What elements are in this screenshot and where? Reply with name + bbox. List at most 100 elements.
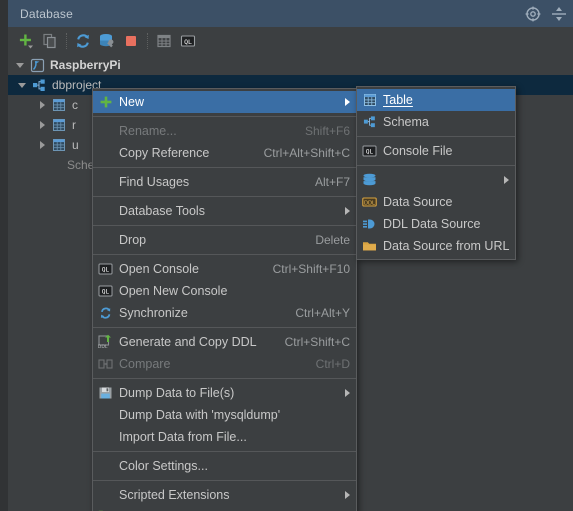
tree-node-label: u xyxy=(72,138,79,152)
database-context-menu[interactable]: New Rename... Shift+F6 Copy Reference Ct… xyxy=(92,88,357,511)
tree-node-label: r xyxy=(72,118,76,132)
submenu-data-source-from-path[interactable]: Data Source from URL xyxy=(357,235,515,257)
svg-text:DDL: DDL xyxy=(98,344,108,350)
menu-item-label: Compare xyxy=(119,357,171,371)
menu-dump-data-to-files[interactable]: Dump Data to File(s) xyxy=(93,382,356,404)
menu-item-label: Open New Console xyxy=(119,284,228,298)
menu-scripted-extensions[interactable]: Scripted Extensions xyxy=(93,484,356,506)
menu-copy-reference[interactable]: Copy Reference Ctrl+Alt+Shift+C xyxy=(93,142,356,164)
menu-separator xyxy=(93,480,356,481)
submenu-console-file[interactable]: QL Console File xyxy=(357,140,515,162)
menu-item-label: Rename... xyxy=(119,124,177,138)
menu-item-label: Copy Reference xyxy=(119,146,210,160)
refresh-button[interactable] xyxy=(71,29,95,53)
table-icon xyxy=(361,92,378,108)
schema-icon xyxy=(31,77,47,93)
copy-button[interactable] xyxy=(38,29,62,53)
chevron-right-icon xyxy=(345,98,350,106)
menu-import-data-from-file[interactable]: Import Data from File... xyxy=(93,426,356,448)
svg-text:QL: QL xyxy=(102,267,110,274)
menu-find-usages[interactable]: Find Usages Alt+F7 xyxy=(93,171,356,193)
menu-separator xyxy=(93,167,356,168)
database-tool-window: Database QL RaspberryPi dbproject c r u … xyxy=(0,0,573,511)
menu-rename: Rename... Shift+F6 xyxy=(93,120,356,142)
menu-item-accelerator: Ctrl+Alt+Shift+C xyxy=(263,146,350,160)
menu-item-label: Schema xyxy=(383,115,429,129)
settings-icon[interactable] xyxy=(525,6,541,22)
blank-icon xyxy=(97,174,114,190)
menu-drop[interactable]: Drop Delete xyxy=(93,229,356,251)
expand-toggle-icon[interactable] xyxy=(16,79,28,91)
compare-icon xyxy=(97,356,114,372)
blank-icon xyxy=(97,429,114,445)
menu-database-tools[interactable]: Database Tools xyxy=(93,200,356,222)
open-console-button[interactable]: QL xyxy=(176,29,200,53)
menu-item-label: Open Console xyxy=(119,262,199,276)
chevron-right-icon xyxy=(345,491,350,499)
expand-toggle-icon[interactable] xyxy=(14,59,26,71)
table-icon xyxy=(51,97,67,113)
tool-window-titlebar: Database xyxy=(8,0,573,27)
blank-icon xyxy=(97,458,114,474)
menu-item-label: Dump Data to File(s) xyxy=(119,386,235,400)
menu-item-label: Scripted Extensions xyxy=(119,488,230,502)
submenu-schema[interactable]: Schema xyxy=(357,111,515,133)
menu-item-label: DDL Data Source xyxy=(383,217,481,231)
submenu-ddl-data-source[interactable]: DDL Data Source xyxy=(357,191,515,213)
folder-icon xyxy=(361,238,378,254)
menu-separator xyxy=(93,196,356,197)
menu-separator xyxy=(357,165,515,166)
menu-separator xyxy=(93,451,356,452)
menu-item-label: Color Settings... xyxy=(119,459,208,473)
sql-console-icon: QL xyxy=(361,143,378,159)
menu-synchronize[interactable]: Synchronize Ctrl+Alt+Y xyxy=(93,302,356,324)
tree-node-label: c xyxy=(72,98,78,112)
table-icon xyxy=(51,117,67,133)
expand-toggle-icon[interactable] xyxy=(36,139,48,151)
chevron-right-icon xyxy=(504,176,509,184)
menu-item-label: Database Tools xyxy=(119,204,205,218)
blank-icon xyxy=(97,232,114,248)
menu-open-new-console[interactable]: QL Open New Console xyxy=(93,280,356,302)
menu-dump-data-mysqldump[interactable]: Dump Data with 'mysqldump' xyxy=(93,404,356,426)
menu-color-settings[interactable]: Color Settings... xyxy=(93,455,356,477)
new-submenu[interactable]: Table Schema QL Console File DDL Data So… xyxy=(356,86,516,260)
menu-item-accelerator: Ctrl+Shift+C xyxy=(284,335,350,349)
menu-item-accelerator: Ctrl+D xyxy=(315,357,350,371)
save-icon xyxy=(97,385,114,401)
chevron-right-icon xyxy=(345,207,350,215)
tree-node-label: RaspberryPi xyxy=(50,58,121,72)
menu-separator xyxy=(93,116,356,117)
tool-window-title: Database xyxy=(20,6,73,21)
menu-item-accelerator: Ctrl+Alt+Y xyxy=(295,306,350,320)
menu-new[interactable]: New xyxy=(93,91,356,113)
menu-item-label: Drop xyxy=(119,233,147,247)
menu-compare: Compare Ctrl+D xyxy=(93,353,356,375)
menu-item-accelerator: Shift+F6 xyxy=(304,124,350,138)
expand-toggle-icon[interactable] xyxy=(36,119,48,131)
menu-item-label: Table xyxy=(383,93,413,107)
menu-open-console[interactable]: QL Open Console Ctrl+Shift+F10 xyxy=(93,258,356,280)
datasource-icon xyxy=(29,57,45,73)
schema-icon xyxy=(361,114,378,130)
expand-toggle-icon[interactable] xyxy=(36,99,48,111)
menu-generate-copy-ddl[interactable]: DDL Generate and Copy DDL Ctrl+Shift+C xyxy=(93,331,356,353)
tool-window-left-strip xyxy=(0,0,8,511)
menu-diagrams[interactable]: Diagrams xyxy=(93,506,356,511)
tree-node-raspberrypi[interactable]: RaspberryPi xyxy=(8,55,573,75)
menu-separator xyxy=(93,378,356,379)
datasource-properties-button[interactable] xyxy=(95,29,119,53)
datasource-stack-icon xyxy=(361,172,378,188)
submenu-table[interactable]: Table xyxy=(357,89,515,111)
collapse-icon[interactable] xyxy=(551,6,567,22)
svg-text:DDL: DDL xyxy=(364,200,375,206)
submenu-data-source[interactable] xyxy=(357,169,515,191)
add-button[interactable] xyxy=(14,29,38,53)
menu-separator xyxy=(93,327,356,328)
menu-separator xyxy=(357,136,515,137)
ddl-export-icon: DDL xyxy=(97,334,114,350)
submenu-data-source-from-url[interactable]: DDL Data Source xyxy=(357,213,515,235)
stop-button[interactable] xyxy=(119,29,143,53)
menu-item-label: Generate and Copy DDL xyxy=(119,335,257,349)
jump-to-table-button[interactable] xyxy=(152,29,176,53)
